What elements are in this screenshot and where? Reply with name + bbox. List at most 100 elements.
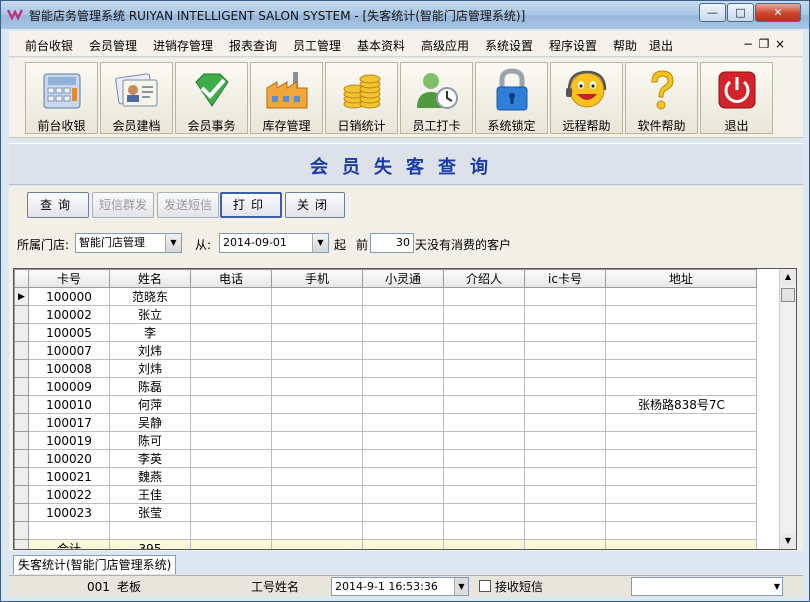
table-row[interactable]: 100008 刘炜	[14, 359, 757, 378]
cell-phs[interactable]	[362, 305, 444, 324]
menu-reports[interactable]: 报表查询	[229, 37, 277, 54]
cell-name[interactable]: 何萍	[109, 395, 191, 414]
sms-group-button[interactable]: 短信群发	[92, 192, 154, 218]
cell-ic-card[interactable]	[524, 485, 606, 504]
cell-address[interactable]	[605, 305, 757, 324]
row-indicator[interactable]	[14, 341, 29, 360]
cell-referrer[interactable]	[443, 377, 525, 396]
toolbar-daily-sales-button[interactable]: 日销统计	[325, 62, 398, 134]
maximize-button[interactable]: □	[727, 3, 754, 22]
cell-name[interactable]: 陈可	[109, 431, 191, 450]
col-name[interactable]: 姓名	[109, 269, 191, 288]
toolbar-software-help-button[interactable]: 软件帮助	[625, 62, 698, 134]
mdi-close-button[interactable]: ×	[773, 37, 787, 51]
cell-name[interactable]: 张立	[109, 305, 191, 324]
menu-basic-data[interactable]: 基本资料	[357, 37, 405, 54]
col-phs[interactable]: 小灵通	[362, 269, 444, 288]
cell-referrer[interactable]	[443, 431, 525, 450]
cell-phone[interactable]	[190, 413, 272, 432]
menu-members[interactable]: 会员管理	[89, 37, 137, 54]
print-button[interactable]: 打印	[220, 192, 282, 218]
cell-phone[interactable]	[190, 431, 272, 450]
cell-name[interactable]: 王佳	[109, 485, 191, 504]
cell-phs[interactable]	[362, 467, 444, 486]
col-card-no[interactable]: 卡号	[28, 269, 110, 288]
cell-card-no[interactable]: 100007	[28, 341, 110, 360]
col-address[interactable]: 地址	[605, 269, 757, 288]
cell-address[interactable]	[605, 323, 757, 342]
cell-name[interactable]: 刘炜	[109, 341, 191, 360]
cell-phs[interactable]	[362, 413, 444, 432]
cell-ic-card[interactable]	[524, 359, 606, 378]
cell-card-no[interactable]: 100021	[28, 467, 110, 486]
cell-referrer[interactable]	[443, 395, 525, 414]
cell-phs[interactable]	[362, 359, 444, 378]
row-indicator[interactable]	[14, 395, 29, 414]
col-mobile[interactable]: 手机	[271, 269, 363, 288]
menu-staff[interactable]: 员工管理	[293, 37, 341, 54]
table-row[interactable]: 100023 张莹	[14, 503, 757, 522]
row-indicator[interactable]	[14, 377, 29, 396]
from-date-picker[interactable]: 2014-09-01 ▼	[219, 233, 329, 253]
status-extra-select[interactable]: ▼	[631, 577, 783, 596]
menu-cashier[interactable]: 前台收银	[25, 37, 73, 54]
minimize-button[interactable]: —	[699, 3, 726, 22]
row-indicator[interactable]	[14, 503, 29, 522]
cell-referrer[interactable]	[443, 305, 525, 324]
row-indicator[interactable]	[14, 431, 29, 450]
cell-referrer[interactable]	[443, 467, 525, 486]
cell-name[interactable]: 陈磊	[109, 377, 191, 396]
cell-referrer[interactable]	[443, 341, 525, 360]
cell-phone[interactable]	[190, 485, 272, 504]
lost-customer-table[interactable]: 卡号 姓名 电话 手机 小灵通 介绍人 ic卡号 地址 ▶ 100000 范晓东 10…	[13, 268, 797, 550]
close-form-button[interactable]: 关闭	[285, 192, 345, 218]
cell-address[interactable]	[605, 431, 757, 450]
cell-phone[interactable]	[190, 359, 272, 378]
table-row[interactable]: 100005 李	[14, 323, 757, 342]
cell-phone[interactable]	[190, 503, 272, 522]
cell-phs[interactable]	[362, 431, 444, 450]
query-button[interactable]: 查询	[27, 192, 89, 218]
cell-address[interactable]	[605, 341, 757, 360]
cell-name[interactable]: 张莹	[109, 503, 191, 522]
cell-phs[interactable]	[362, 341, 444, 360]
sms-send-button[interactable]: 发送短信	[157, 192, 219, 218]
cell-mobile[interactable]	[271, 377, 363, 396]
cell-card-no[interactable]: 100010	[28, 395, 110, 414]
cell-card-no[interactable]: 100005	[28, 323, 110, 342]
table-row[interactable]: 100019 陈可	[14, 431, 757, 450]
menu-program-settings[interactable]: 程序设置	[549, 37, 597, 54]
cell-phs[interactable]	[362, 377, 444, 396]
cell-phone[interactable]	[190, 287, 272, 306]
chevron-down-icon[interactable]: ▼	[454, 578, 468, 595]
table-row[interactable]: ▶ 100000 范晓东	[14, 287, 757, 306]
cell-card-no[interactable]: 100000	[28, 287, 110, 306]
cell-mobile[interactable]	[271, 431, 363, 450]
cell-ic-card[interactable]	[524, 395, 606, 414]
mdi-restore-button[interactable]: ❐	[757, 37, 771, 51]
cell-ic-card[interactable]	[524, 431, 606, 450]
toolbar-inventory-button[interactable]: 库存管理	[250, 62, 323, 134]
cell-mobile[interactable]	[271, 413, 363, 432]
cell-phone[interactable]	[190, 395, 272, 414]
scroll-up-icon[interactable]: ▲	[780, 269, 796, 285]
cell-referrer[interactable]	[443, 485, 525, 504]
cell-address[interactable]: 张杨路838号7C	[605, 395, 757, 414]
menu-inventory[interactable]: 进销存管理	[153, 37, 213, 54]
cell-mobile[interactable]	[271, 467, 363, 486]
days-input[interactable]: 30	[370, 233, 414, 253]
cell-ic-card[interactable]	[524, 449, 606, 468]
cell-mobile[interactable]	[271, 341, 363, 360]
row-indicator[interactable]	[14, 449, 29, 468]
cell-address[interactable]	[605, 485, 757, 504]
toolbar-member-affairs-button[interactable]: 会员事务	[175, 62, 248, 134]
cell-phs[interactable]	[362, 287, 444, 306]
cell-card-no[interactable]: 100017	[28, 413, 110, 432]
scroll-thumb[interactable]	[781, 288, 795, 302]
cell-ic-card[interactable]	[524, 323, 606, 342]
cell-address[interactable]	[605, 287, 757, 306]
cell-card-no[interactable]: 100009	[28, 377, 110, 396]
tab-lost-customer-stats[interactable]: 失客统计(智能门店管理系统)	[13, 555, 177, 574]
toolbar-remote-help-button[interactable]: 远程帮助	[550, 62, 623, 134]
cell-ic-card[interactable]	[524, 377, 606, 396]
